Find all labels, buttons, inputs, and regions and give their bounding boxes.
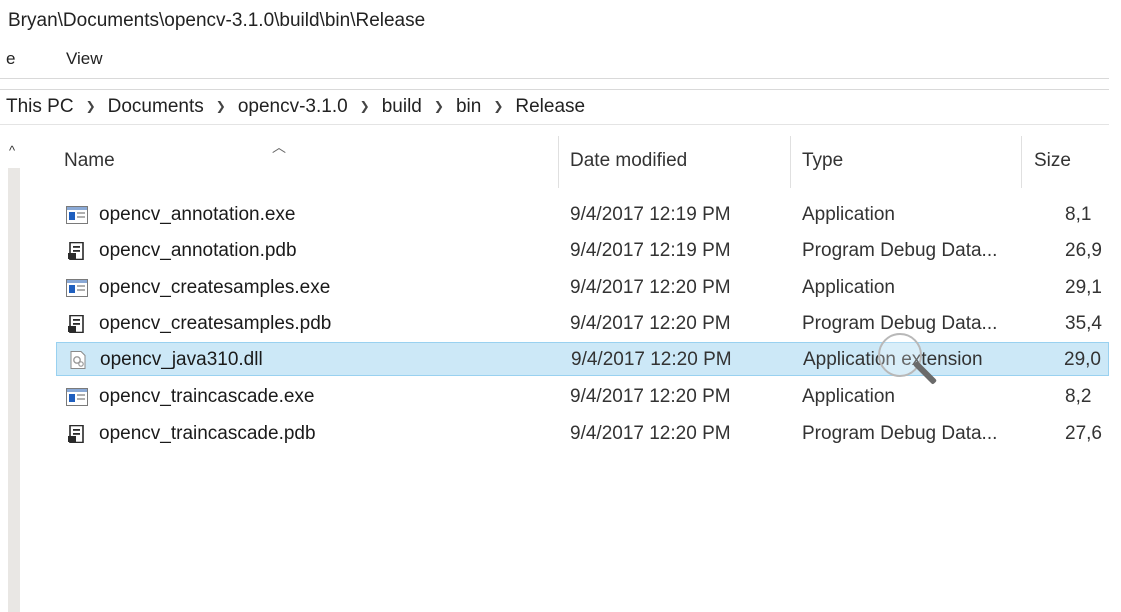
file-date-modified: 9/4/2017 12:20 PM <box>571 349 732 370</box>
file-type: Application <box>802 277 895 298</box>
exe-icon <box>66 206 88 224</box>
exe-icon <box>66 279 88 297</box>
file-size: 35,4 <box>1065 313 1102 334</box>
file-name: opencv_traincascade.pdb <box>99 423 316 444</box>
window-title-path: Bryan\Documents\opencv-3.1.0\build\bin\R… <box>8 10 426 31</box>
file-size: 8,1 <box>1065 204 1092 225</box>
file-row[interactable]: opencv_createsamples.pdb 9/4/2017 12:20 … <box>56 307 1109 341</box>
file-name: opencv_createsamples.pdb <box>99 313 332 334</box>
breadcrumb-item-documents[interactable]: Documents <box>108 96 204 118</box>
file-size: 27,6 <box>1065 423 1102 444</box>
breadcrumb: This PC ❯ Documents ❯ opencv-3.1.0 ❯ bui… <box>6 94 585 120</box>
breadcrumb-item-this-pc[interactable]: This PC <box>6 96 74 118</box>
file-name: opencv_traincascade.exe <box>99 386 315 407</box>
column-divider[interactable] <box>790 136 791 188</box>
column-header-size[interactable]: Size <box>1034 150 1071 172</box>
column-header-date-modified[interactable]: Date modified <box>570 150 687 172</box>
file-date-modified: 9/4/2017 12:20 PM <box>570 423 731 444</box>
chevron-right-icon[interactable]: ❯ <box>86 99 96 113</box>
file-date-modified: 9/4/2017 12:19 PM <box>570 240 731 261</box>
file-name: opencv_java310.dll <box>100 349 263 370</box>
exe-icon <box>66 388 88 406</box>
pdb-icon <box>66 314 88 334</box>
file-row[interactable]: opencv_traincascade.pdb 9/4/2017 12:20 P… <box>56 417 1109 451</box>
magnifier-cursor-icon <box>878 333 922 377</box>
dll-icon <box>67 351 89 369</box>
sort-ascending-icon: ︿ <box>272 139 286 155</box>
navigation-pane-scrollbar[interactable] <box>8 168 20 612</box>
file-date-modified: 9/4/2017 12:20 PM <box>570 386 731 407</box>
file-row-selected[interactable]: opencv_java310.dll 9/4/2017 12:20 PM App… <box>56 342 1109 376</box>
file-date-modified: 9/4/2017 12:20 PM <box>570 277 731 298</box>
file-date-modified: 9/4/2017 12:20 PM <box>570 313 731 334</box>
file-name: opencv_createsamples.exe <box>99 277 331 298</box>
file-row[interactable]: opencv_annotation.pdb 9/4/2017 12:19 PM … <box>56 234 1109 268</box>
file-row[interactable]: opencv_traincascade.exe 9/4/2017 12:20 P… <box>56 380 1109 414</box>
file-date-modified: 9/4/2017 12:19 PM <box>570 204 731 225</box>
file-type: Program Debug Data... <box>802 313 998 334</box>
ribbon-tabs: e View <box>0 47 1121 73</box>
file-row[interactable]: opencv_createsamples.exe 9/4/2017 12:20 … <box>56 271 1109 305</box>
column-header-type[interactable]: Type <box>802 150 843 172</box>
file-size: 8,2 <box>1065 386 1092 407</box>
breadcrumb-item-opencv[interactable]: opencv-3.1.0 <box>238 96 348 118</box>
divider <box>0 89 1109 90</box>
file-type: Application <box>802 386 895 407</box>
chevron-right-icon[interactable]: ❯ <box>434 99 444 113</box>
file-name: opencv_annotation.pdb <box>99 240 297 261</box>
breadcrumb-item-build[interactable]: build <box>382 96 422 118</box>
divider <box>0 124 1109 125</box>
tab-file[interactable]: e <box>6 49 15 69</box>
pdb-icon <box>66 424 88 444</box>
divider <box>0 78 1109 79</box>
chevron-right-icon[interactable]: ❯ <box>216 99 226 113</box>
file-size: 29,1 <box>1065 277 1102 298</box>
chevron-up-icon[interactable]: ^ <box>9 143 15 158</box>
file-type: Application <box>802 204 895 225</box>
tab-view[interactable]: View <box>66 49 103 69</box>
pdb-icon <box>66 241 88 261</box>
breadcrumb-item-release[interactable]: Release <box>515 96 585 118</box>
chevron-right-icon[interactable]: ❯ <box>360 99 370 113</box>
chevron-right-icon[interactable]: ❯ <box>493 99 503 113</box>
column-divider[interactable] <box>558 136 559 188</box>
file-type: Program Debug Data... <box>802 423 998 444</box>
file-size: 26,9 <box>1065 240 1102 261</box>
breadcrumb-item-bin[interactable]: bin <box>456 96 481 118</box>
column-header-name[interactable]: Name <box>64 150 115 172</box>
file-name: opencv_annotation.exe <box>99 204 296 225</box>
column-divider[interactable] <box>1021 136 1022 188</box>
file-type: Program Debug Data... <box>802 240 998 261</box>
file-size: 29,0 <box>1064 349 1101 370</box>
file-row[interactable]: opencv_annotation.exe 9/4/2017 12:19 PM … <box>56 198 1109 232</box>
